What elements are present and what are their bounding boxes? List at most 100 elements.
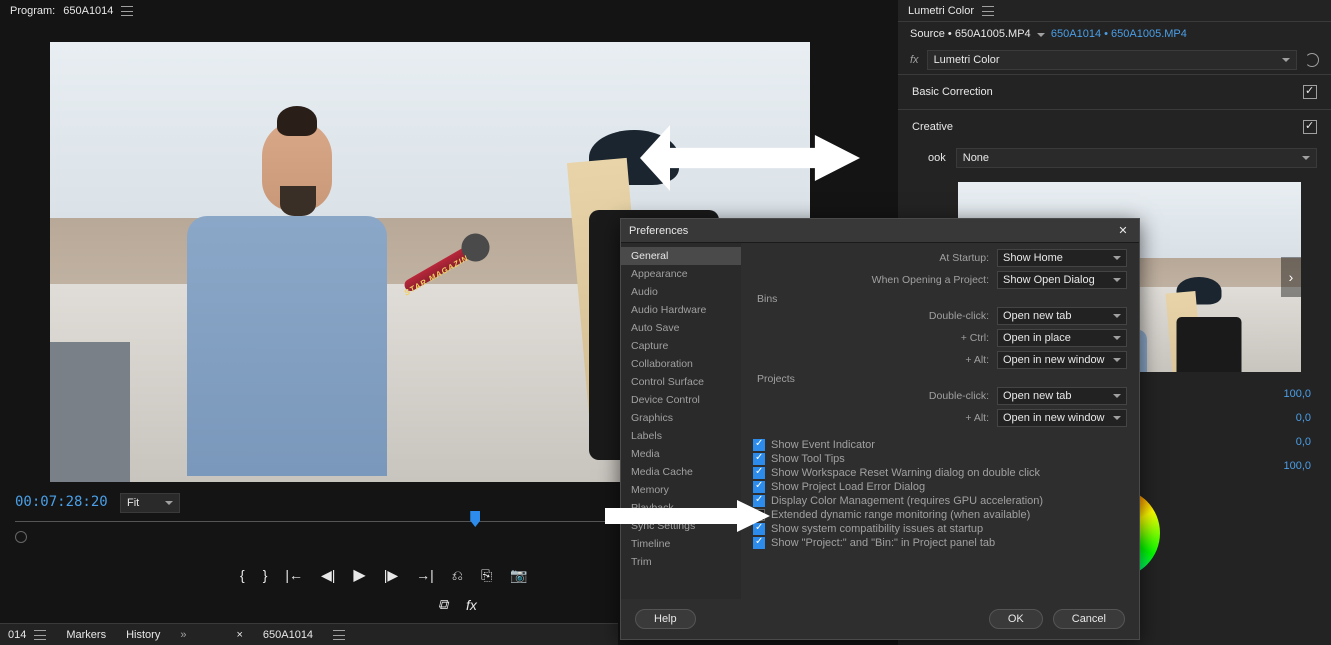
prefs-nav-item[interactable]: Media Cache bbox=[621, 463, 741, 481]
chevron-down-icon bbox=[1282, 58, 1290, 62]
tab-menu-icon[interactable] bbox=[34, 630, 46, 640]
mini-timeline[interactable] bbox=[15, 521, 618, 543]
lumetri-title: Lumetri Color bbox=[908, 5, 974, 17]
effects-row: ⧉ fx bbox=[438, 596, 477, 613]
pref-checkbox-row[interactable]: Show Workspace Reset Warning dialog on d… bbox=[753, 467, 1127, 479]
pref-checkbox-row[interactable]: Show "Project:" and "Bin:" in Project pa… bbox=[753, 537, 1127, 549]
sequence-tab[interactable]: 650A1014 bbox=[263, 629, 313, 641]
startup-dropdown[interactable]: Show Home bbox=[997, 249, 1127, 267]
checkbox-icon[interactable] bbox=[753, 495, 765, 507]
history-tab[interactable]: History bbox=[126, 629, 160, 641]
projects-doubleclick-dropdown[interactable]: Open new tab bbox=[997, 387, 1127, 405]
close-icon[interactable]: ✕ bbox=[1115, 223, 1131, 239]
panel-menu-icon[interactable] bbox=[982, 6, 994, 16]
checkbox-label: Show Workspace Reset Warning dialog on d… bbox=[771, 467, 1040, 479]
checkbox-label: Display Color Management (requires GPU a… bbox=[771, 495, 1043, 507]
pref-checkbox-row[interactable]: Show Event Indicator bbox=[753, 439, 1127, 451]
preferences-dialog: Preferences ✕ GeneralAppearanceAudioAudi… bbox=[620, 218, 1140, 640]
source-breadcrumb: Source • 650A1005.MP4 650A1014 • 650A100… bbox=[898, 22, 1331, 46]
lumetri-header: Lumetri Color bbox=[898, 0, 1331, 22]
checkbox-label: Show Event Indicator bbox=[771, 439, 875, 451]
prefs-nav-item[interactable]: Media bbox=[621, 445, 741, 463]
comparison-view-button[interactable]: ⧉ bbox=[438, 596, 448, 613]
bottom-tab-bar: 014 Markers History » × 650A1014 bbox=[0, 623, 618, 645]
checkbox-icon[interactable] bbox=[753, 481, 765, 493]
pref-checkbox-row[interactable]: Show Project Load Error Dialog bbox=[753, 481, 1127, 493]
checkbox-label: Show Tool Tips bbox=[771, 453, 845, 465]
prefs-nav-item[interactable]: Timeline bbox=[621, 535, 741, 553]
bins-ctrl-dropdown[interactable]: Open in place bbox=[997, 329, 1127, 347]
prefs-nav-item[interactable]: Graphics bbox=[621, 409, 741, 427]
prefs-nav-item[interactable]: Audio bbox=[621, 283, 741, 301]
pref-checkbox-row[interactable]: Display Color Management (requires GPU a… bbox=[753, 495, 1127, 507]
playhead-icon[interactable] bbox=[470, 511, 480, 527]
transport-controls: { } |← ◀| ▶ |▶ →| ⎌ ⎘ 📷 bbox=[240, 565, 528, 585]
panel-menu-icon[interactable] bbox=[121, 6, 133, 16]
checkbox-icon[interactable] bbox=[753, 467, 765, 479]
checkbox-label: Show "Project:" and "Bin:" in Project pa… bbox=[771, 537, 995, 549]
prefs-nav-item[interactable]: Control Surface bbox=[621, 373, 741, 391]
go-to-in-button[interactable]: |← bbox=[285, 567, 303, 583]
bins-alt-dropdown[interactable]: Open in new window bbox=[997, 351, 1127, 369]
section-toggle-checkbox[interactable] bbox=[1303, 120, 1317, 134]
mark-in-button[interactable]: { bbox=[240, 567, 245, 583]
prefs-nav-item[interactable]: Trim bbox=[621, 553, 741, 571]
program-clip-name: 650A1014 bbox=[63, 5, 113, 17]
reset-icon[interactable] bbox=[1305, 53, 1319, 67]
prefs-nav-item[interactable]: Auto Save bbox=[621, 319, 741, 337]
export-frame-button[interactable]: 📷 bbox=[510, 567, 527, 584]
prefs-nav-item[interactable]: Memory bbox=[621, 481, 741, 499]
step-forward-button[interactable]: |▶ bbox=[384, 567, 398, 584]
step-back-button[interactable]: ◀| bbox=[321, 567, 335, 584]
timeline-handle[interactable] bbox=[15, 531, 27, 543]
checkbox-icon[interactable] bbox=[753, 453, 765, 465]
prefs-nav-item[interactable]: Appearance bbox=[621, 265, 741, 283]
fx-badge[interactable]: fx bbox=[466, 597, 477, 613]
open-project-dropdown[interactable]: Show Open Dialog bbox=[997, 271, 1127, 289]
prefs-nav-item[interactable]: Capture bbox=[621, 337, 741, 355]
zoom-value: Fit bbox=[127, 497, 139, 509]
prefs-nav-item[interactable]: Device Control bbox=[621, 391, 741, 409]
checkbox-icon[interactable] bbox=[753, 439, 765, 451]
dialog-title: Preferences bbox=[629, 225, 688, 237]
chevron-down-icon bbox=[1302, 156, 1310, 160]
lift-button[interactable]: ⎌ bbox=[452, 567, 463, 584]
overflow-button[interactable]: » bbox=[180, 629, 186, 641]
play-button[interactable]: ▶ bbox=[353, 565, 365, 585]
dialog-titlebar: Preferences ✕ bbox=[621, 219, 1139, 243]
prefs-nav: GeneralAppearanceAudioAudio HardwareAuto… bbox=[621, 243, 741, 599]
projects-alt-dropdown[interactable]: Open in new window bbox=[997, 409, 1127, 427]
markers-tab[interactable]: Markers bbox=[66, 629, 106, 641]
look-dropdown[interactable]: None bbox=[956, 148, 1317, 168]
extract-button[interactable]: ⎘ bbox=[481, 567, 492, 584]
basic-correction-section[interactable]: Basic Correction bbox=[898, 74, 1331, 109]
cancel-button[interactable]: Cancel bbox=[1053, 609, 1125, 629]
prefs-nav-item[interactable]: Collaboration bbox=[621, 355, 741, 373]
help-button[interactable]: Help bbox=[635, 609, 696, 629]
prefs-nav-item[interactable]: Audio Hardware bbox=[621, 301, 741, 319]
effect-selector-row: fx Lumetri Color bbox=[898, 46, 1331, 74]
checkbox-label: Show Project Load Error Dialog bbox=[771, 481, 925, 493]
pref-checkbox-row[interactable]: Show Tool Tips bbox=[753, 453, 1127, 465]
chevron-down-icon[interactable] bbox=[1037, 33, 1045, 37]
effect-dropdown[interactable]: Lumetri Color bbox=[927, 50, 1297, 70]
pref-checkbox-row[interactable]: Show system compatibility issues at star… bbox=[753, 523, 1127, 535]
section-toggle-checkbox[interactable] bbox=[1303, 85, 1317, 99]
creative-section[interactable]: Creative bbox=[898, 109, 1331, 144]
prefs-nav-item[interactable]: Labels bbox=[621, 427, 741, 445]
zoom-dropdown[interactable]: Fit bbox=[120, 493, 180, 513]
dialog-footer: Help OK Cancel bbox=[621, 599, 1139, 639]
bins-doubleclick-dropdown[interactable]: Open new tab bbox=[997, 307, 1127, 325]
ok-button[interactable]: OK bbox=[989, 609, 1043, 629]
checkbox-icon[interactable] bbox=[753, 537, 765, 549]
pref-checkbox-row[interactable]: Extended dynamic range monitoring (when … bbox=[753, 509, 1127, 521]
mark-out-button[interactable]: } bbox=[263, 567, 268, 583]
prefs-nav-item[interactable]: General bbox=[621, 247, 741, 265]
checkbox-icon[interactable] bbox=[753, 523, 765, 535]
go-to-out-button[interactable]: →| bbox=[416, 567, 434, 583]
next-look-button[interactable]: › bbox=[1281, 257, 1301, 297]
master-clip-link[interactable]: 650A1014 • 650A1005.MP4 bbox=[1051, 28, 1187, 40]
sequence-menu-icon[interactable] bbox=[333, 630, 345, 640]
timecode[interactable]: 00:07:28:20 bbox=[15, 494, 108, 510]
project-tab[interactable]: 014 bbox=[8, 629, 26, 641]
